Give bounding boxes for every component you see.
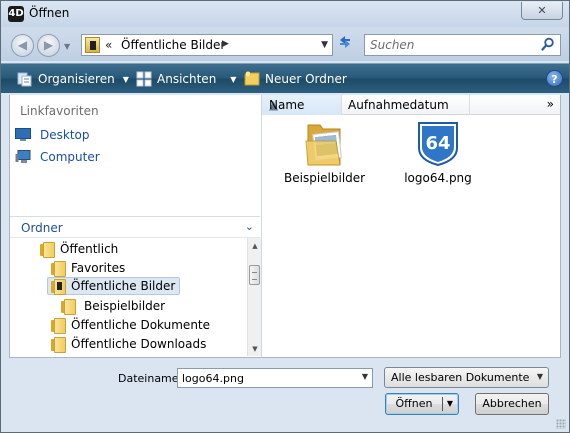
- folder-icon: [61, 299, 76, 315]
- file-type-filter-select[interactable]: Alle lesbaren Dokumente (*.4 ▼: [384, 367, 549, 388]
- tree-item-label: Öffentlich: [60, 242, 119, 256]
- column-header-date[interactable]: Aufnahmedatum: [348, 98, 449, 112]
- breadcrumb-chevron-icon[interactable]: ▶: [222, 39, 229, 49]
- column-name-label: Name: [269, 98, 305, 112]
- file-name: Beispielbilder: [284, 171, 366, 185]
- file-item-beispielbilder[interactable]: Beispielbilder: [284, 119, 366, 189]
- refresh-icon: [340, 36, 350, 48]
- tree-item-label: Favorites: [71, 261, 126, 275]
- folders-label: Ordner: [21, 221, 63, 235]
- resize-grip-icon[interactable]: [556, 419, 566, 429]
- documents-folder-icon: [51, 318, 66, 334]
- cancel-button[interactable]: Abbrechen: [475, 393, 549, 415]
- tree-item-oeffentliche-downloads[interactable]: Öffentliche Downloads: [51, 335, 206, 353]
- logo64-shield-icon: 64: [418, 122, 458, 166]
- column-header-name[interactable]: ▲ Name: [262, 95, 342, 115]
- address-dropdown-icon[interactable]: ▼: [321, 40, 328, 50]
- address-bar[interactable]: « Öffentliche Bilder ▶ ▼: [81, 34, 333, 56]
- tree-item-label: Öffentliche Downloads: [71, 337, 207, 351]
- folder-tree-scrollbar[interactable]: ▲ ▼: [247, 238, 261, 356]
- chevron-down-icon[interactable]: ⌄: [245, 220, 254, 233]
- views-menu-button[interactable]: Ansichten ▼: [136, 70, 236, 88]
- scroll-up-icon[interactable]: ▲: [250, 241, 260, 251]
- tree-item-label: Öffentliche Bilder: [71, 279, 176, 293]
- pictures-folder-icon: [51, 279, 66, 295]
- views-label: Ansichten: [157, 72, 217, 86]
- computer-icon: [15, 150, 31, 163]
- picture-folder-icon: [305, 124, 342, 166]
- column-header-row: ▲ Name Aufnahmedatum »: [262, 95, 560, 115]
- refresh-button[interactable]: [334, 34, 356, 56]
- back-button[interactable]: ◀: [11, 34, 34, 57]
- search-input[interactable]: [365, 35, 535, 55]
- file-list-pane: ▲ Name Aufnahmedatum » Beispielbilder 64: [261, 95, 561, 358]
- file-name: logo64.png: [404, 171, 472, 185]
- tree-item-oeffentliche-bilder[interactable]: Öffentliche Bilder: [47, 277, 181, 295]
- favorite-desktop[interactable]: Desktop: [15, 126, 90, 144]
- tree-item-favorites[interactable]: Favorites: [51, 259, 125, 277]
- filename-label: Dateiname:: [118, 372, 183, 385]
- column-divider[interactable]: [469, 95, 470, 115]
- file-item-logo64[interactable]: 64 logo64.png: [398, 119, 478, 189]
- organize-label: Organisieren: [38, 72, 115, 86]
- app-icon: 4D: [8, 6, 24, 22]
- favorite-label: Desktop: [40, 128, 90, 142]
- command-toolbar: Organisieren ▼ Ansichten ▼ Neuer Ordner …: [1, 63, 569, 93]
- scrollbar-thumb[interactable]: [249, 265, 260, 285]
- forward-button[interactable]: ▶: [37, 34, 60, 57]
- more-columns-button[interactable]: »: [547, 97, 554, 111]
- split-divider: [442, 397, 443, 411]
- organize-caret-icon: ▼: [122, 74, 129, 84]
- scroll-down-icon[interactable]: ▼: [250, 344, 260, 354]
- views-icon: [136, 71, 152, 87]
- tree-item-label: Beispielbilder: [84, 299, 166, 313]
- favorites-header: Linkfavoriten: [20, 104, 99, 118]
- open-button-label: Öffnen: [395, 397, 433, 410]
- close-button[interactable]: ✕: [521, 2, 563, 20]
- window-title: Öffnen: [29, 6, 70, 20]
- help-button[interactable]: ?: [546, 70, 563, 87]
- folder-icon: [40, 242, 55, 258]
- views-caret-icon: ▼: [230, 74, 237, 84]
- open-dialog: 4D Öffnen ✕ ◀ ▶ ▼ « Öffentliche Bilder ▶…: [0, 0, 570, 433]
- forward-arrow-icon: ▶: [43, 38, 54, 52]
- tree-item-beispielbilder[interactable]: Beispielbilder: [61, 297, 165, 315]
- search-box: [364, 34, 561, 56]
- organize-menu-button[interactable]: Organisieren ▼: [17, 70, 129, 88]
- filename-input[interactable]: [178, 369, 354, 387]
- breadcrumb-current[interactable]: Öffentliche Bilder: [121, 38, 225, 52]
- recent-pages-dropdown-icon[interactable]: ▼: [64, 42, 72, 51]
- folders-header[interactable]: Ordner ⌄: [10, 216, 260, 238]
- file-type-filter-value: Alle lesbaren Dokumente (*.4: [391, 371, 531, 384]
- favorite-label: Computer: [40, 150, 100, 164]
- open-options-dropdown-icon[interactable]: ▼: [447, 394, 453, 414]
- favorite-computer[interactable]: Computer: [15, 148, 100, 166]
- new-folder-label: Neuer Ordner: [265, 72, 347, 86]
- tree-item-label: Öffentliche Dokumente: [71, 318, 211, 332]
- folder-icon: [51, 261, 66, 277]
- downloads-folder-icon: [51, 337, 66, 353]
- desktop-icon: [15, 128, 31, 141]
- new-folder-icon: [244, 71, 260, 86]
- filename-combobox: ▼: [177, 368, 373, 388]
- breadcrumb-overflow[interactable]: «: [105, 38, 112, 52]
- address-row: ◀ ▶ ▼ « Öffentliche Bilder ▶ ▼: [1, 27, 569, 61]
- navigation-pane: Linkfavoriten Desktop Computer Ordner ⌄ …: [9, 95, 261, 358]
- pictures-folder-icon: [85, 37, 100, 53]
- organize-icon: [17, 72, 32, 87]
- tree-item-oeffentlich[interactable]: Öffentlich: [40, 240, 118, 258]
- search-icon[interactable]: [541, 37, 555, 51]
- open-button[interactable]: Öffnen ▼: [385, 393, 459, 415]
- title-bar: 4D Öffnen ✕: [1, 1, 569, 27]
- back-arrow-icon: ◀: [17, 38, 28, 52]
- filter-dropdown-icon: ▼: [536, 372, 543, 381]
- filename-dropdown-icon[interactable]: ▼: [362, 372, 368, 381]
- logo64-badge-text: 64: [425, 133, 450, 154]
- new-folder-button[interactable]: Neuer Ordner: [244, 70, 347, 88]
- tree-item-oeffentliche-dokumente[interactable]: Öffentliche Dokumente: [51, 316, 210, 334]
